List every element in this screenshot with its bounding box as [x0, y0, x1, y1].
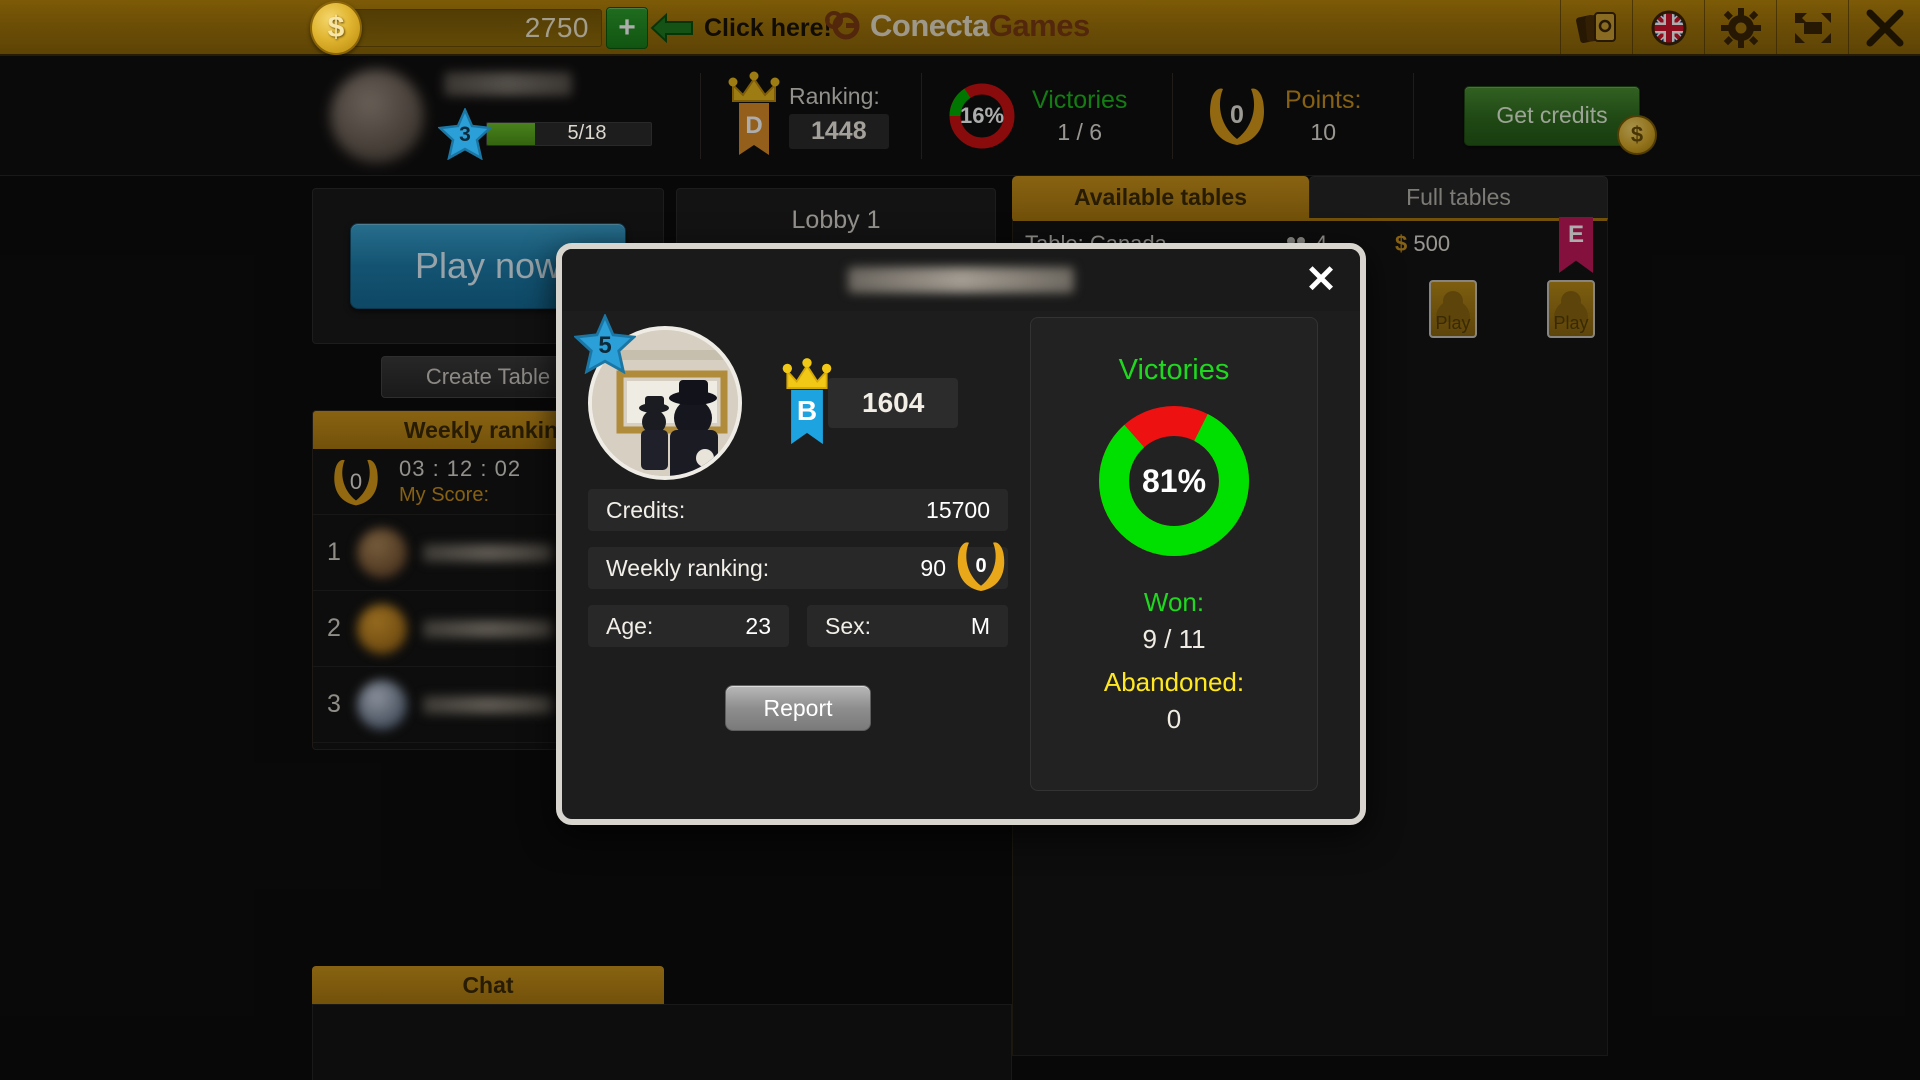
- profile-details: 5 B 1604 Credits: 15700 Weekly ranking: …: [573, 312, 1008, 791]
- report-button[interactable]: Report: [725, 685, 871, 731]
- play-label: Play: [1553, 313, 1589, 333]
- victories-donut-chart: 81%: [1094, 401, 1254, 561]
- age-row: Age: 23: [588, 605, 789, 647]
- close-icon[interactable]: ✕: [1304, 261, 1338, 299]
- laurel-wreath-icon: 0: [950, 537, 1012, 595]
- won-value: 9 / 11: [1142, 624, 1206, 654]
- crown-rank-icon: B: [778, 355, 836, 451]
- level-value: 5: [598, 331, 612, 359]
- sex-row: Sex: M: [807, 605, 1008, 647]
- dialog-title: [848, 267, 1074, 293]
- weekly-ranking-value: 90: [920, 554, 946, 581]
- level-star-icon: 5: [573, 312, 637, 375]
- weekly-laurel-value: 0: [975, 554, 987, 577]
- dialog-header: ✕: [562, 249, 1360, 311]
- xp-value: 5/18: [567, 122, 607, 145]
- weekly-ranking-row: Weekly ranking: 90 0: [588, 542, 1008, 591]
- xp-progress-bar: 5/18: [486, 121, 652, 146]
- level-star-icon: 3: [437, 106, 493, 160]
- play-label: Play: [1435, 313, 1471, 333]
- victories-title: Victories: [1118, 354, 1230, 386]
- dialog-body: 5 B 1604 Credits: 15700 Weekly ranking: …: [562, 311, 1360, 791]
- victories-panel: Victories 81% Won: 9 / 11 Abandoned: 0: [1030, 317, 1318, 791]
- svg-text:B: B: [797, 395, 817, 426]
- game-app: $ 2750 + Click here! ConectaGames 3 5/18…: [0, 0, 1920, 1080]
- player-profile-dialog: ✕ 5 B 1604 Credits: 15700 Weekly ranking…: [556, 243, 1366, 825]
- sex-label: Sex:: [825, 612, 872, 639]
- victories-percent: 81%: [1141, 462, 1207, 499]
- dollar-coin-icon: $: [310, 1, 362, 55]
- age-label: Age:: [606, 612, 654, 639]
- ranking-value: 1604: [828, 378, 959, 428]
- level-value: 3: [459, 123, 471, 146]
- age-value: 23: [745, 612, 771, 639]
- abandoned-value: 0: [1166, 704, 1182, 734]
- abandoned-label: Abandoned:: [1103, 667, 1245, 697]
- sex-value: M: [970, 612, 990, 639]
- weekly-ranking-label: Weekly ranking:: [606, 554, 770, 581]
- credits-row: Credits: 15700: [588, 489, 1008, 531]
- won-label: Won:: [1143, 587, 1205, 617]
- credits-value: 15700: [926, 496, 990, 523]
- credits-label: Credits:: [606, 496, 686, 523]
